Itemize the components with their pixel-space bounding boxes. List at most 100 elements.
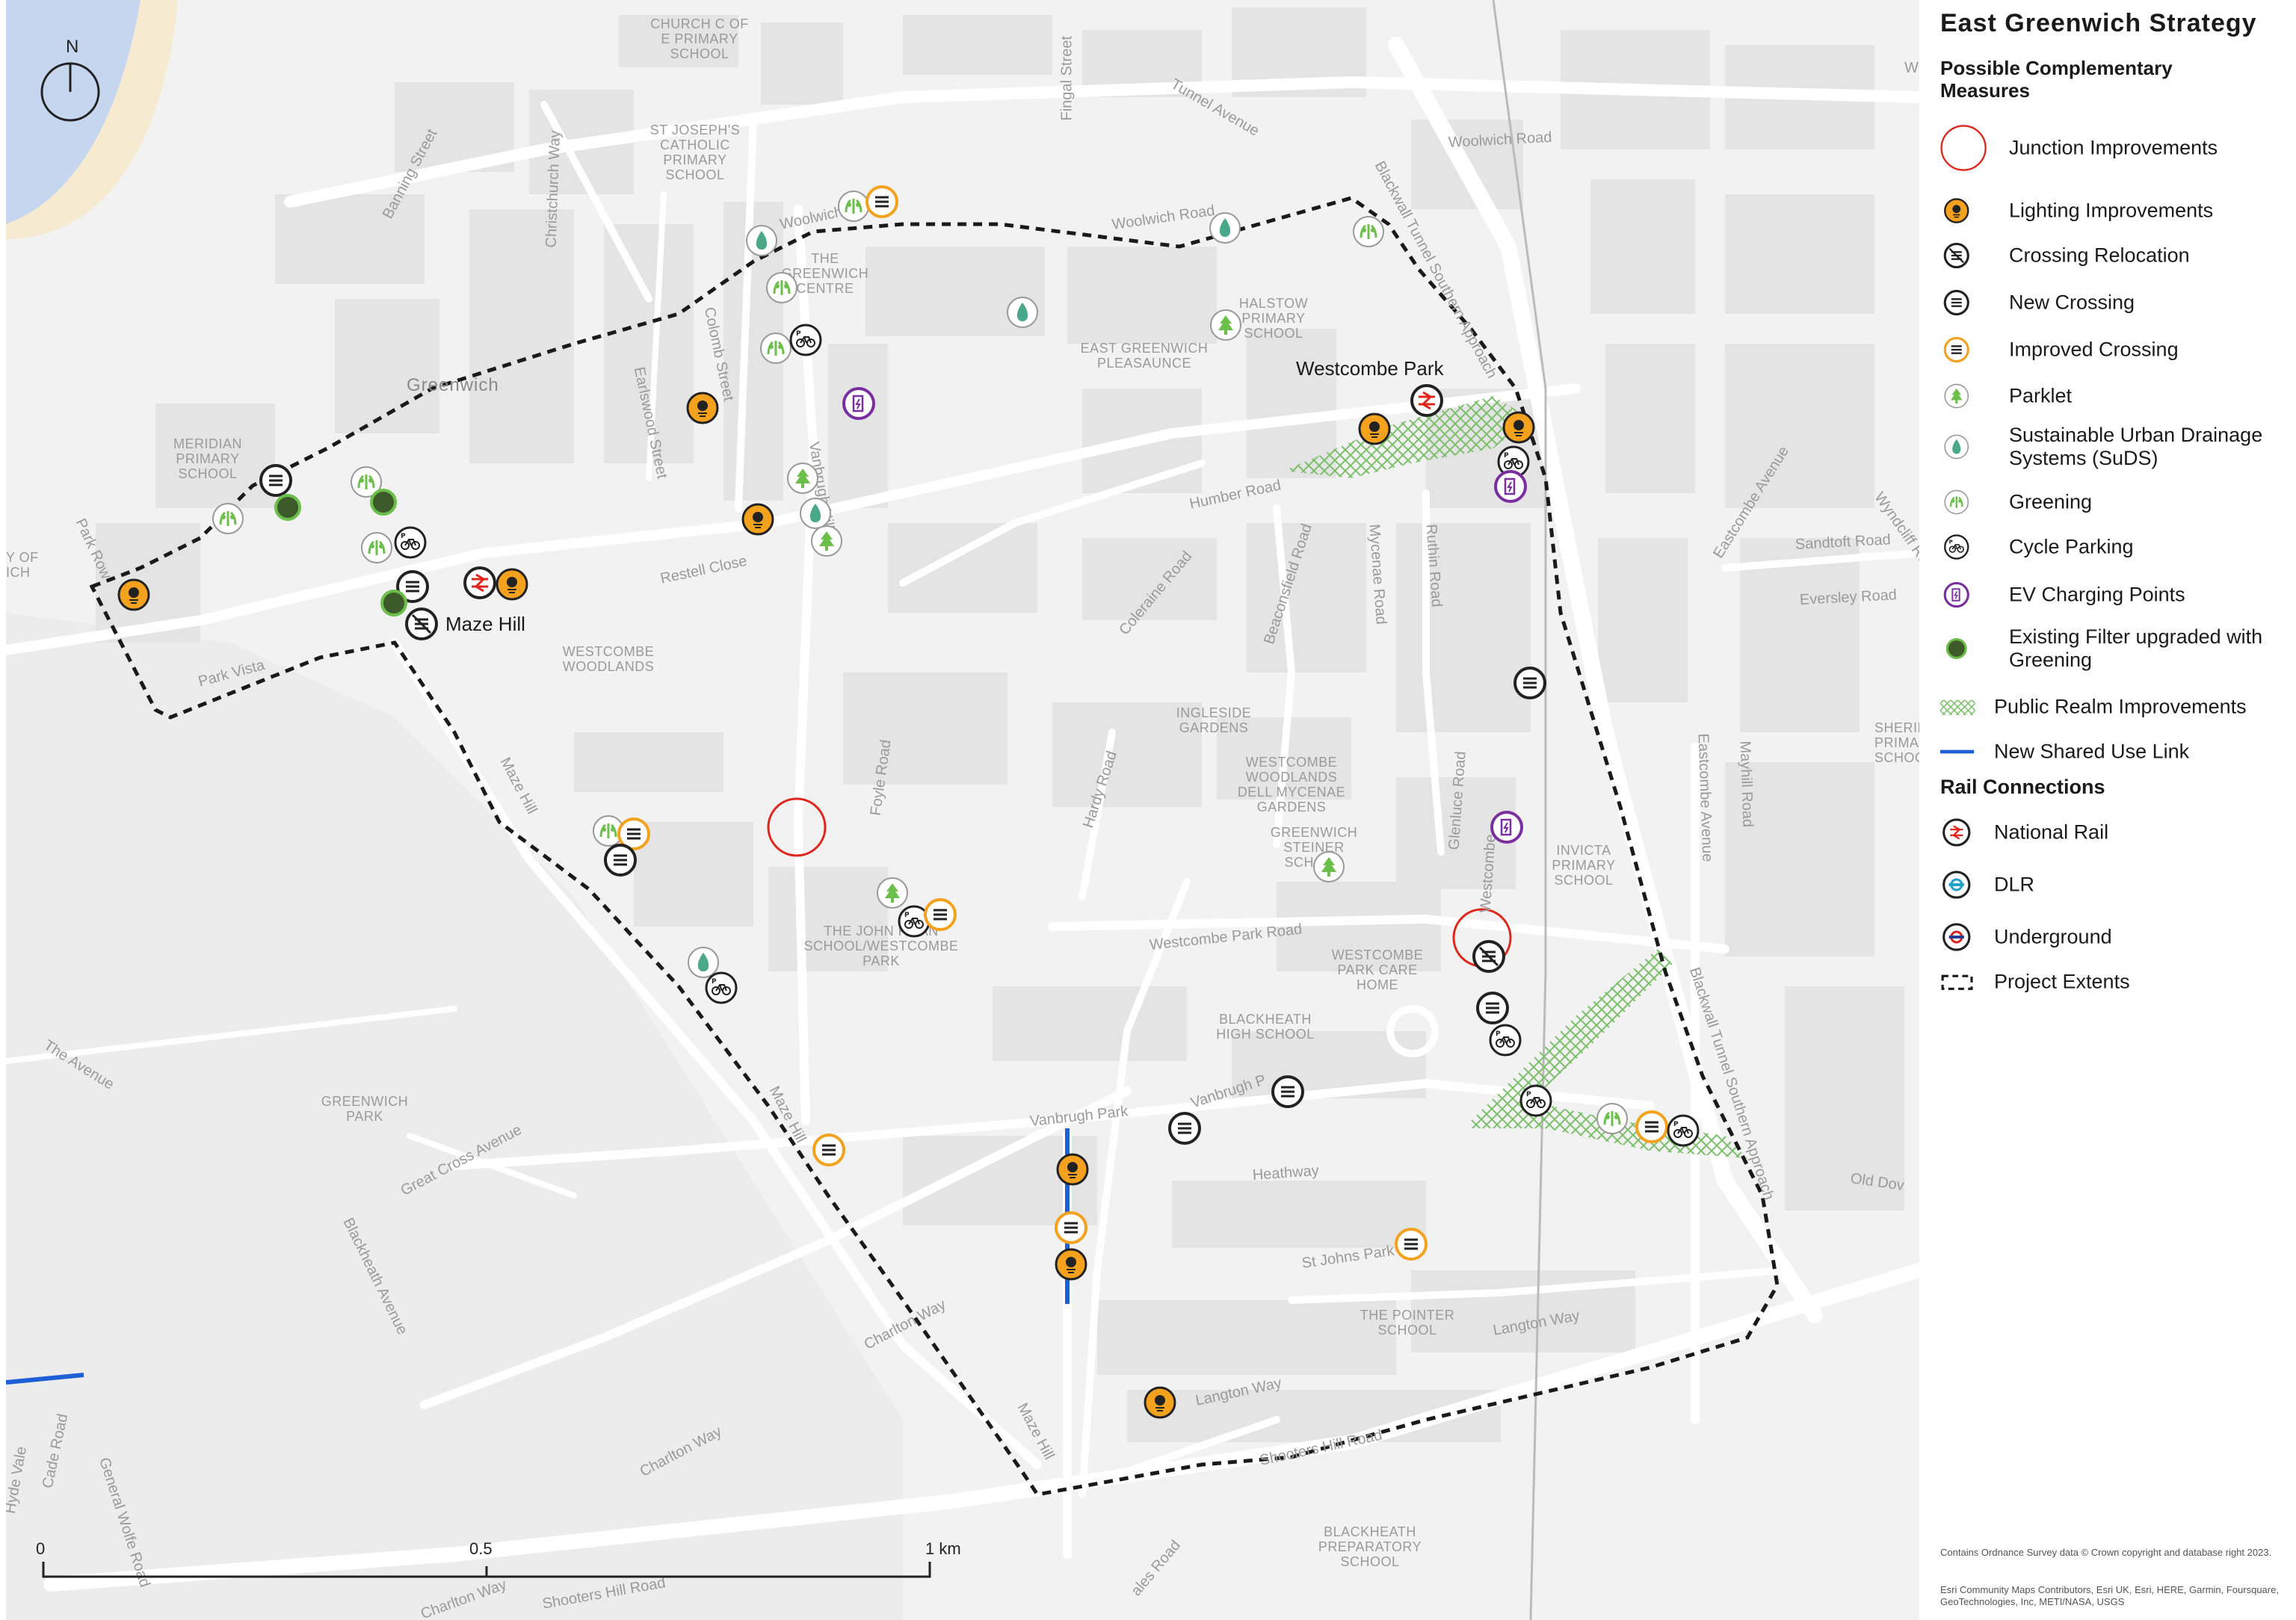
- legend-item-lighting-improvements: Lighting Improvements: [1940, 188, 2292, 233]
- water-drop-marker-icon[interactable]: [688, 947, 719, 978]
- filter-dot-marker-icon[interactable]: [274, 494, 301, 521]
- tree-marker-icon[interactable]: [811, 525, 842, 557]
- dashed-box-icon: [1941, 974, 1973, 990]
- legend-label: Cycle Parking: [2009, 535, 2134, 558]
- tree-marker-icon[interactable]: [1313, 851, 1345, 882]
- greening-plant-marker-icon[interactable]: [766, 272, 797, 303]
- new-crossing-marker-icon[interactable]: [1513, 667, 1546, 699]
- lightbulb-marker-icon[interactable]: [1502, 411, 1535, 444]
- lightbulb-marker-icon[interactable]: [1358, 412, 1391, 445]
- bicycle-marker-icon[interactable]: P: [789, 324, 822, 356]
- legend-title: East Greenwich Strategy: [1940, 9, 2257, 37]
- legend-label: Underground: [1994, 925, 2112, 948]
- bicycle-marker-icon[interactable]: P: [1519, 1084, 1552, 1117]
- legend-label: Junction Improvements: [2009, 136, 2218, 159]
- legend-item-underground: Underground: [1940, 915, 2292, 959]
- legend-label: EV Charging Points: [2009, 583, 2185, 606]
- greening-plant-marker-icon[interactable]: [1353, 216, 1384, 247]
- legend-rail-heading: Rail Connections: [1940, 776, 2105, 798]
- bicycle-marker-icon[interactable]: P: [1667, 1114, 1700, 1147]
- new-crossing-marker-icon[interactable]: [1271, 1075, 1304, 1108]
- tree-marker-icon[interactable]: [1210, 309, 1241, 341]
- water-drop-marker-icon[interactable]: [800, 498, 831, 529]
- greening-plant-marker-icon[interactable]: [760, 333, 791, 364]
- greening-plant-marker-icon[interactable]: [361, 532, 392, 563]
- legend-label: Existing Filter upgraded with Greening: [2009, 625, 2263, 671]
- water-drop-marker-icon[interactable]: [1209, 212, 1241, 244]
- legend-item-new-shared-use-link: New Shared Use Link: [1940, 729, 2292, 774]
- improved-crossing-marker-icon[interactable]: [812, 1134, 845, 1166]
- legend-item-cycle-parking: P Cycle Parking: [1940, 525, 2292, 569]
- scale-bar-line: [42, 1562, 931, 1578]
- water-drop-marker-icon[interactable]: [1007, 297, 1038, 328]
- ev-charger-marker-icon[interactable]: [1494, 470, 1527, 503]
- lightbulb-marker-icon[interactable]: [741, 503, 774, 536]
- underground-icon: [1942, 923, 1971, 951]
- svg-text:P: P: [1673, 1121, 1679, 1128]
- greening-plant-marker-icon[interactable]: [212, 503, 244, 534]
- new-crossing-icon: [1943, 289, 1969, 316]
- greening-plant-marker-icon[interactable]: [1596, 1103, 1628, 1134]
- improved-crossing-marker-icon[interactable]: [1395, 1228, 1428, 1261]
- ev-charger-marker-icon[interactable]: [842, 387, 875, 420]
- lightbulb-icon: [1944, 198, 1969, 223]
- legend-item-project-extents: Project Extents: [1940, 959, 2292, 1004]
- crossing-relocation-marker-icon[interactable]: [405, 608, 438, 640]
- legend-item-public-realm-improvements: Public Realm Improvements: [1940, 684, 2292, 729]
- national-rail-marker-icon[interactable]: [1410, 384, 1443, 417]
- legend-label: Crossing Relocation: [2009, 244, 2190, 267]
- filter-dot-marker-icon[interactable]: [380, 590, 407, 616]
- filter-dot-marker-icon[interactable]: [370, 489, 397, 516]
- lightbulb-marker-icon[interactable]: [117, 578, 150, 611]
- svg-text:P: P: [712, 978, 717, 986]
- water-drop-marker-icon[interactable]: [746, 225, 777, 256]
- bicycle-marker-icon[interactable]: P: [705, 971, 738, 1004]
- new-crossing-marker-icon[interactable]: [604, 844, 637, 877]
- bicycle-marker-icon[interactable]: P: [394, 526, 427, 559]
- improved-crossing-marker-icon[interactable]: [865, 185, 898, 218]
- new-crossing-marker-icon[interactable]: [1476, 992, 1509, 1024]
- scale-bar: 0 0.5 1 km: [36, 1539, 970, 1584]
- new-crossing-marker-icon[interactable]: [259, 464, 292, 497]
- new-crossing-marker-icon[interactable]: [1168, 1112, 1201, 1145]
- hatch-icon: [1940, 699, 1975, 715]
- legend-item-existing-filter-upgraded-with-greening: Existing Filter upgraded with Greening: [1940, 625, 2292, 671]
- north-arrow-icon: N: [40, 37, 100, 122]
- legend-item-ev-charging-points: EV Charging Points: [1940, 572, 2292, 617]
- lightbulb-marker-icon[interactable]: [1055, 1248, 1087, 1281]
- tree-marker-icon[interactable]: [877, 877, 908, 909]
- attribution-os: Contains Ordnance Survey data © Crown co…: [1940, 1547, 2272, 1558]
- legend-item-new-crossing: New Crossing: [1940, 280, 2292, 325]
- legend-label: Greening: [2009, 490, 2093, 513]
- ev-charger-marker-icon[interactable]: [1490, 811, 1523, 844]
- junction-circle-icon: [1940, 125, 1987, 171]
- map-canvas[interactable]: CHURCH C OF E PRIMARY SCHOOL ST JOSEPH'S…: [6, 0, 1919, 1620]
- legend-item-crossing-relocation: Crossing Relocation: [1940, 233, 2292, 278]
- improved-crossing-marker-icon[interactable]: [1635, 1110, 1668, 1143]
- legend-item-junction-improvements: Junction Improvements: [1940, 125, 2292, 171]
- legend-panel: East Greenwich Strategy Possible Complem…: [1931, 0, 2296, 1620]
- legend-item-national-rail: National Rail: [1940, 810, 2292, 855]
- bicycle-marker-icon[interactable]: P: [1489, 1024, 1522, 1057]
- improved-crossing-marker-icon[interactable]: [924, 898, 957, 931]
- greening-plant-marker-icon[interactable]: [838, 191, 869, 222]
- tree-marker-icon[interactable]: [787, 463, 818, 494]
- bicycle-icon: P: [1944, 534, 1969, 560]
- marker-layer: P P P P P P P P: [117, 185, 1700, 1419]
- improved-crossing-marker-icon[interactable]: [1055, 1211, 1087, 1244]
- national-rail-marker-icon[interactable]: [463, 566, 496, 599]
- legend-item-parklet: Parklet: [1940, 374, 2292, 418]
- dlr-icon: [1942, 871, 1971, 899]
- lightbulb-marker-icon[interactable]: [496, 568, 528, 601]
- attribution-esri: Esri Community Maps Contributors, Esri U…: [1940, 1584, 2279, 1607]
- svg-text:P: P: [904, 912, 910, 919]
- lightbulb-marker-icon[interactable]: [1144, 1386, 1176, 1419]
- legend-label: DLR: [1994, 873, 2035, 896]
- lightbulb-marker-icon[interactable]: [686, 392, 719, 424]
- national-rail-icon: [1942, 818, 1971, 847]
- legend-label: National Rail: [1994, 820, 2109, 844]
- crossing-relocation-marker-icon[interactable]: [1472, 940, 1505, 973]
- lightbulb-marker-icon[interactable]: [1056, 1153, 1089, 1186]
- svg-text:P: P: [796, 330, 801, 338]
- greening-plant-icon: [1944, 489, 1969, 515]
